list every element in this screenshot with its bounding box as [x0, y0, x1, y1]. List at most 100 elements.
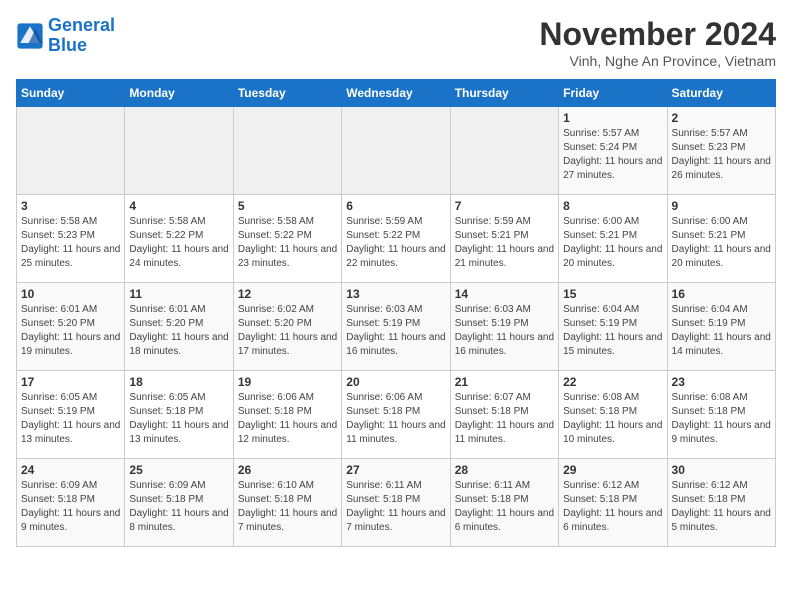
day-cell-0-6: 2 Sunrise: 5:57 AM Sunset: 5:23 PM Daylig…	[667, 107, 775, 195]
header: General Blue November 2024 Vinh, Nghe An…	[16, 16, 776, 69]
day-info-9: Sunrise: 6:00 AM Sunset: 5:21 PM Dayligh…	[672, 215, 771, 271]
calendar-table: Sunday Monday Tuesday Wednesday Thursday…	[16, 79, 776, 547]
header-wednesday: Wednesday	[342, 80, 450, 107]
header-sunday: Sunday	[17, 80, 125, 107]
day-number-22: 22	[563, 375, 662, 389]
day-info-1: Sunrise: 5:57 AM Sunset: 5:24 PM Dayligh…	[563, 127, 662, 183]
day-cell-1-2: 5 Sunrise: 5:58 AM Sunset: 5:22 PM Daylig…	[233, 195, 341, 283]
day-cell-3-1: 18 Sunrise: 6:05 AM Sunset: 5:18 PM Dayli…	[125, 371, 233, 459]
day-number-23: 23	[672, 375, 771, 389]
day-number-4: 4	[129, 199, 228, 213]
day-info-7: Sunrise: 5:59 AM Sunset: 5:21 PM Dayligh…	[455, 215, 554, 271]
week-row-2: 3 Sunrise: 5:58 AM Sunset: 5:23 PM Daylig…	[17, 195, 776, 283]
day-cell-3-5: 22 Sunrise: 6:08 AM Sunset: 5:18 PM Dayli…	[559, 371, 667, 459]
header-saturday: Saturday	[667, 80, 775, 107]
day-info-29: Sunrise: 6:12 AM Sunset: 5:18 PM Dayligh…	[563, 479, 662, 535]
day-cell-3-6: 23 Sunrise: 6:08 AM Sunset: 5:18 PM Dayli…	[667, 371, 775, 459]
day-cell-1-6: 9Sunrise: 6:00 AM Sunset: 5:21 PM Daylig…	[667, 195, 775, 283]
day-cell-3-4: 21 Sunrise: 6:07 AM Sunset: 5:18 PM Dayli…	[450, 371, 558, 459]
day-info-2: Sunrise: 5:57 AM Sunset: 5:23 PM Dayligh…	[672, 127, 771, 183]
day-info-12: Sunrise: 6:02 AM Sunset: 5:20 PM Dayligh…	[238, 303, 337, 359]
week-row-4: 17Sunrise: 6:05 AM Sunset: 5:19 PM Dayli…	[17, 371, 776, 459]
day-cell-3-0: 17Sunrise: 6:05 AM Sunset: 5:19 PM Dayli…	[17, 371, 125, 459]
day-number-19: 19	[238, 375, 337, 389]
day-number-21: 21	[455, 375, 554, 389]
day-number-24: 24	[21, 463, 120, 477]
month-title: November 2024	[539, 16, 776, 53]
day-number-10: 10	[21, 287, 120, 301]
week-row-3: 10 Sunrise: 6:01 AM Sunset: 5:20 PM Dayli…	[17, 283, 776, 371]
day-number-2: 2	[672, 111, 771, 125]
day-cell-1-3: 6 Sunrise: 5:59 AM Sunset: 5:22 PM Daylig…	[342, 195, 450, 283]
day-cell-4-1: 25Sunrise: 6:09 AM Sunset: 5:18 PM Dayli…	[125, 459, 233, 547]
day-info-5: Sunrise: 5:58 AM Sunset: 5:22 PM Dayligh…	[238, 215, 337, 271]
day-info-6: Sunrise: 5:59 AM Sunset: 5:22 PM Dayligh…	[346, 215, 445, 271]
day-cell-0-5: 1Sunrise: 5:57 AM Sunset: 5:24 PM Daylig…	[559, 107, 667, 195]
day-number-13: 13	[346, 287, 445, 301]
logo-line2: Blue	[48, 35, 87, 55]
location-subtitle: Vinh, Nghe An Province, Vietnam	[539, 53, 776, 69]
day-number-6: 6	[346, 199, 445, 213]
week-row-5: 24 Sunrise: 6:09 AM Sunset: 5:18 PM Dayli…	[17, 459, 776, 547]
day-number-25: 25	[129, 463, 228, 477]
day-cell-0-1	[125, 107, 233, 195]
day-info-22: Sunrise: 6:08 AM Sunset: 5:18 PM Dayligh…	[563, 391, 662, 447]
day-cell-4-5: 29Sunrise: 6:12 AM Sunset: 5:18 PM Dayli…	[559, 459, 667, 547]
day-info-26: Sunrise: 6:10 AM Sunset: 5:18 PM Dayligh…	[238, 479, 337, 535]
day-info-30: Sunrise: 6:12 AM Sunset: 5:18 PM Dayligh…	[672, 479, 771, 535]
day-number-14: 14	[455, 287, 554, 301]
day-cell-0-2	[233, 107, 341, 195]
day-cell-2-5: 15 Sunrise: 6:04 AM Sunset: 5:19 PM Dayli…	[559, 283, 667, 371]
logo-line1: General	[48, 15, 115, 35]
day-cell-0-4	[450, 107, 558, 195]
day-info-14: Sunrise: 6:03 AM Sunset: 5:19 PM Dayligh…	[455, 303, 554, 359]
day-info-13: Sunrise: 6:03 AM Sunset: 5:19 PM Dayligh…	[346, 303, 445, 359]
day-number-12: 12	[238, 287, 337, 301]
day-cell-4-3: 27 Sunrise: 6:11 AM Sunset: 5:18 PM Dayli…	[342, 459, 450, 547]
day-info-23: Sunrise: 6:08 AM Sunset: 5:18 PM Dayligh…	[672, 391, 771, 447]
day-info-3: Sunrise: 5:58 AM Sunset: 5:23 PM Dayligh…	[21, 215, 120, 271]
day-number-11: 11	[129, 287, 228, 301]
header-tuesday: Tuesday	[233, 80, 341, 107]
day-number-27: 27	[346, 463, 445, 477]
day-cell-2-4: 14 Sunrise: 6:03 AM Sunset: 5:19 PM Dayli…	[450, 283, 558, 371]
day-cell-1-0: 3 Sunrise: 5:58 AM Sunset: 5:23 PM Daylig…	[17, 195, 125, 283]
day-cell-2-6: 16 Sunrise: 6:04 AM Sunset: 5:19 PM Dayli…	[667, 283, 775, 371]
day-cell-1-1: 4 Sunrise: 5:58 AM Sunset: 5:22 PM Daylig…	[125, 195, 233, 283]
day-cell-0-0	[17, 107, 125, 195]
day-cell-1-4: 7Sunrise: 5:59 AM Sunset: 5:21 PM Daylig…	[450, 195, 558, 283]
weekday-header-row: Sunday Monday Tuesday Wednesday Thursday…	[17, 80, 776, 107]
day-cell-2-2: 12 Sunrise: 6:02 AM Sunset: 5:20 PM Dayli…	[233, 283, 341, 371]
day-cell-4-4: 28 Sunrise: 6:11 AM Sunset: 5:18 PM Dayli…	[450, 459, 558, 547]
day-number-5: 5	[238, 199, 337, 213]
day-info-18: Sunrise: 6:05 AM Sunset: 5:18 PM Dayligh…	[129, 391, 228, 447]
day-info-11: Sunrise: 6:01 AM Sunset: 5:20 PM Dayligh…	[129, 303, 228, 359]
day-info-8: Sunrise: 6:00 AM Sunset: 5:21 PM Dayligh…	[563, 215, 662, 271]
day-cell-2-0: 10 Sunrise: 6:01 AM Sunset: 5:20 PM Dayli…	[17, 283, 125, 371]
day-info-20: Sunrise: 6:06 AM Sunset: 5:18 PM Dayligh…	[346, 391, 445, 447]
day-info-24: Sunrise: 6:09 AM Sunset: 5:18 PM Dayligh…	[21, 479, 120, 535]
logo-icon	[16, 22, 44, 50]
header-monday: Monday	[125, 80, 233, 107]
day-info-27: Sunrise: 6:11 AM Sunset: 5:18 PM Dayligh…	[346, 479, 445, 535]
day-info-15: Sunrise: 6:04 AM Sunset: 5:19 PM Dayligh…	[563, 303, 662, 359]
day-cell-4-6: 30 Sunrise: 6:12 AM Sunset: 5:18 PM Dayli…	[667, 459, 775, 547]
day-cell-4-2: 26Sunrise: 6:10 AM Sunset: 5:18 PM Dayli…	[233, 459, 341, 547]
day-cell-0-3	[342, 107, 450, 195]
day-info-10: Sunrise: 6:01 AM Sunset: 5:20 PM Dayligh…	[21, 303, 120, 359]
logo: General Blue	[16, 16, 115, 56]
day-number-8: 8	[563, 199, 662, 213]
logo-text: General Blue	[48, 16, 115, 56]
day-number-16: 16	[672, 287, 771, 301]
day-info-28: Sunrise: 6:11 AM Sunset: 5:18 PM Dayligh…	[455, 479, 554, 535]
day-number-3: 3	[21, 199, 120, 213]
day-info-16: Sunrise: 6:04 AM Sunset: 5:19 PM Dayligh…	[672, 303, 771, 359]
day-info-4: Sunrise: 5:58 AM Sunset: 5:22 PM Dayligh…	[129, 215, 228, 271]
day-number-28: 28	[455, 463, 554, 477]
day-number-18: 18	[129, 375, 228, 389]
day-number-15: 15	[563, 287, 662, 301]
day-cell-2-1: 11 Sunrise: 6:01 AM Sunset: 5:20 PM Dayli…	[125, 283, 233, 371]
day-number-30: 30	[672, 463, 771, 477]
day-info-21: Sunrise: 6:07 AM Sunset: 5:18 PM Dayligh…	[455, 391, 554, 447]
day-cell-1-5: 8 Sunrise: 6:00 AM Sunset: 5:21 PM Daylig…	[559, 195, 667, 283]
